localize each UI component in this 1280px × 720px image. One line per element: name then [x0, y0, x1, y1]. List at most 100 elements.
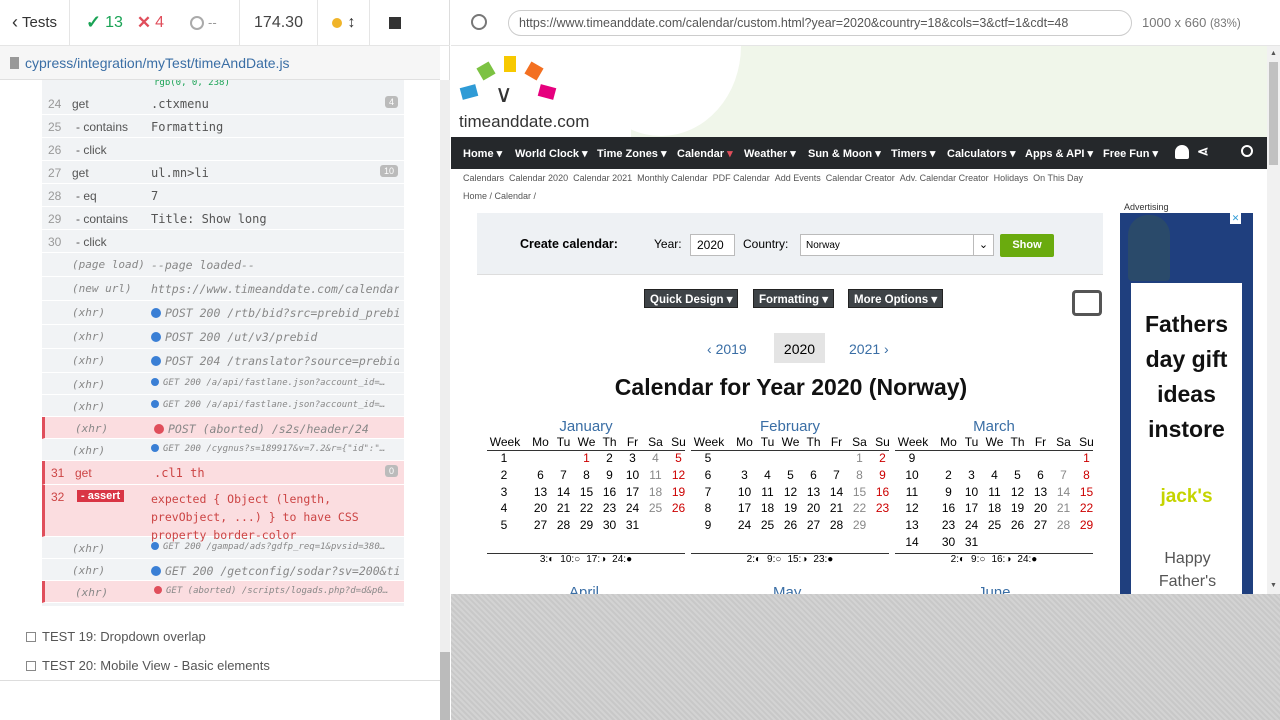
day-cell[interactable]: 30: [598, 518, 621, 532]
day-cell[interactable]: 7: [1052, 468, 1075, 482]
day-cell[interactable]: 25: [644, 501, 667, 515]
day-cell[interactable]: 24: [621, 501, 644, 515]
day-cell[interactable]: 25: [756, 518, 779, 532]
day-cell[interactable]: 21: [825, 501, 848, 515]
subnav-link[interactable]: PDF Calendar: [713, 173, 770, 183]
subnav-link[interactable]: Adv. Calendar Creator: [900, 173, 989, 183]
day-cell[interactable]: 14: [825, 485, 848, 499]
month-name[interactable]: February: [691, 418, 889, 435]
day-cell[interactable]: 29: [575, 518, 598, 532]
year-input[interactable]: 2020: [690, 234, 735, 256]
event-row[interactable]: (xhr) GET 200 /cygnus?s=189917&v=7.2&r={"…: [42, 439, 404, 461]
day-cell[interactable]: 22: [1075, 501, 1098, 515]
nav-calendar[interactable]: Calendar ▾: [677, 147, 733, 160]
day-cell[interactable]: 9: [598, 468, 621, 482]
subnav-link[interactable]: Calendar 2021: [573, 173, 632, 183]
day-cell[interactable]: 11: [756, 485, 779, 499]
day-cell[interactable]: 17: [733, 501, 756, 515]
url-input[interactable]: https://www.timeanddate.com/calendar/cus…: [508, 10, 1132, 36]
prev-year-link[interactable]: ‹ 2019: [707, 341, 747, 357]
day-cell[interactable]: 13: [802, 485, 825, 499]
formatting-button[interactable]: Formatting ▾: [753, 289, 835, 308]
subnav-link[interactable]: Calendar 2020: [509, 173, 568, 183]
day-cell[interactable]: 29: [848, 518, 871, 532]
day-cell[interactable]: 29: [1075, 518, 1098, 532]
day-cell[interactable]: 15: [1075, 485, 1098, 499]
command-row[interactable]: 25 - contains Formatting: [42, 115, 404, 138]
day-cell[interactable]: 20: [529, 501, 552, 515]
event-row[interactable]: (page load) --page loaded--: [42, 253, 404, 277]
day-cell[interactable]: 21: [552, 501, 575, 515]
day-cell[interactable]: 3: [621, 451, 644, 465]
day-cell[interactable]: 8: [1075, 468, 1098, 482]
scroll-up-icon[interactable]: ▲: [1270, 50, 1277, 57]
subnav-link[interactable]: Calendars: [463, 173, 504, 183]
day-cell[interactable]: 18: [983, 501, 1006, 515]
nav-weather[interactable]: Weather ▾: [744, 147, 796, 160]
day-cell[interactable]: 5: [1006, 468, 1029, 482]
month-name[interactable]: January: [487, 418, 685, 435]
crosshair-icon[interactable]: [471, 14, 487, 30]
subnav-link[interactable]: Monthly Calendar: [637, 173, 708, 183]
day-cell[interactable]: 2: [937, 468, 960, 482]
subnav-link[interactable]: On This Day: [1033, 173, 1083, 183]
day-cell[interactable]: 5: [667, 451, 690, 465]
day-cell[interactable]: 11: [644, 468, 667, 482]
day-cell[interactable]: 4: [644, 451, 667, 465]
day-cell[interactable]: 2: [598, 451, 621, 465]
month-name[interactable]: March: [895, 418, 1093, 435]
day-cell[interactable]: 21: [1052, 501, 1075, 515]
day-cell[interactable]: 4: [983, 468, 1006, 482]
day-cell[interactable]: 14: [1052, 485, 1075, 499]
day-cell[interactable]: 17: [960, 501, 983, 515]
command-row[interactable]: 28 - eq 7: [42, 184, 404, 207]
nav-free-fun[interactable]: Free Fun ▾: [1103, 147, 1158, 160]
subnav-link[interactable]: Calendar Creator: [826, 173, 895, 183]
day-cell[interactable]: 27: [802, 518, 825, 532]
day-cell[interactable]: 8: [575, 468, 598, 482]
nav-world-clock[interactable]: World Clock ▾: [515, 147, 588, 160]
day-cell[interactable]: 31: [960, 535, 983, 549]
nav-calculators[interactable]: Calculators ▾: [947, 147, 1016, 160]
day-cell[interactable]: 6: [802, 468, 825, 482]
share-icon[interactable]: ⋖: [1197, 143, 1209, 160]
day-cell[interactable]: 20: [802, 501, 825, 515]
day-cell[interactable]: 10: [960, 485, 983, 499]
event-row[interactable]: (xhr) POST 200 /ut/v3/prebid: [42, 325, 404, 349]
day-cell[interactable]: 22: [848, 501, 871, 515]
day-cell[interactable]: 27: [529, 518, 552, 532]
quick-design-button[interactable]: Quick Design ▾: [644, 289, 739, 308]
subnav-link[interactable]: Add Events: [775, 173, 821, 183]
event-row[interactable]: (xhr) GET 200 /getconfig/sodar?sv=200&ti…: [42, 559, 404, 581]
next-year-link[interactable]: 2021 ›: [849, 341, 889, 357]
day-cell[interactable]: 9: [871, 468, 894, 482]
day-cell[interactable]: 1: [575, 451, 598, 465]
autoscroll-toggle[interactable]: ↕: [318, 0, 370, 46]
tests-back-button[interactable]: ‹ Tests: [0, 0, 70, 46]
day-cell[interactable]: 12: [1006, 485, 1029, 499]
test-item[interactable]: TEST 20: Mobile View - Basic elements: [26, 658, 270, 673]
command-row[interactable]: 27 get ul.mn>li 10: [42, 161, 404, 184]
day-cell[interactable]: 26: [667, 501, 690, 515]
day-cell[interactable]: 24: [733, 518, 756, 532]
test-item[interactable]: TEST 19: Dropdown overlap: [26, 629, 206, 644]
advertisement[interactable]: ✕ Fathers day gift ideas instore jack's …: [1120, 213, 1253, 594]
scroll-down-icon[interactable]: ▼: [1270, 582, 1277, 589]
day-cell[interactable]: 26: [1006, 518, 1029, 532]
command-row[interactable]: 30 - click: [42, 230, 404, 253]
subnav-link[interactable]: Holidays: [994, 173, 1029, 183]
print-icon[interactable]: [1072, 290, 1102, 316]
day-cell[interactable]: 12: [779, 485, 802, 499]
event-row[interactable]: (xhr) GET (aborted) /scripts/logads.php?d…: [42, 581, 404, 603]
command-row[interactable]: 26 - click: [42, 138, 404, 161]
search-icon[interactable]: [1241, 145, 1253, 157]
day-cell[interactable]: 16: [937, 501, 960, 515]
day-cell[interactable]: 18: [644, 485, 667, 499]
day-cell[interactable]: 15: [848, 485, 871, 499]
day-cell[interactable]: 16: [598, 485, 621, 499]
day-cell[interactable]: 22: [575, 501, 598, 515]
day-cell[interactable]: 3: [733, 468, 756, 482]
day-cell[interactable]: 15: [575, 485, 598, 499]
day-cell[interactable]: 14: [552, 485, 575, 499]
day-cell[interactable]: 7: [552, 468, 575, 482]
